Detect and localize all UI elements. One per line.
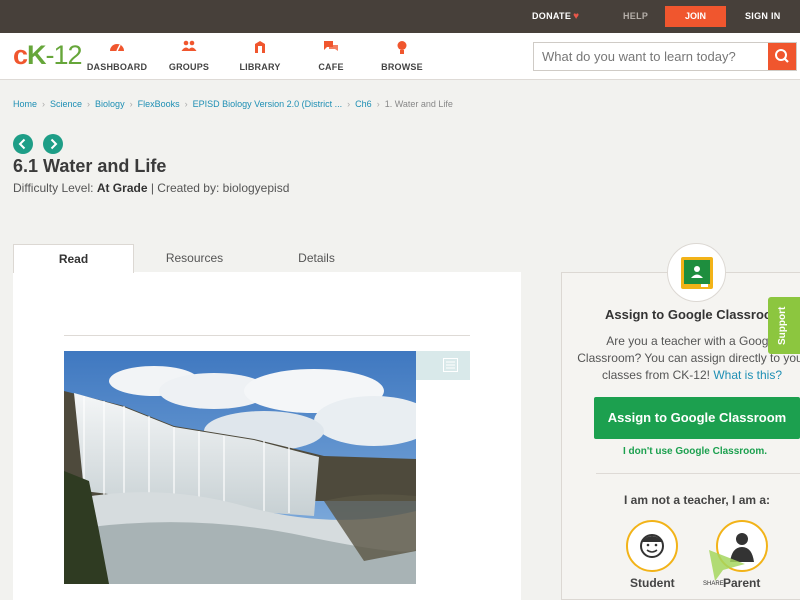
tab-details[interactable]: Details	[256, 244, 377, 273]
share-label: SHARE	[703, 581, 724, 587]
not-teacher-label: I am not a teacher, I am a:	[624, 493, 771, 507]
logo-k: K	[27, 40, 46, 70]
previous-button[interactable]	[13, 134, 33, 154]
breadcrumb-separator: ›	[347, 99, 351, 109]
nav-label: BROWSE	[381, 62, 423, 72]
breadcrumb-home[interactable]: Home	[13, 99, 37, 109]
content-tabs: Read Resources Details	[13, 244, 521, 273]
student-icon	[640, 534, 664, 558]
google-classroom-icon	[681, 257, 713, 289]
breadcrumb-flexbooks[interactable]: FlexBooks	[138, 99, 180, 109]
nav-groups[interactable]: GROUPS	[154, 40, 224, 72]
nav-label: GROUPS	[168, 62, 210, 72]
donate-label: DONATE	[532, 11, 572, 21]
sign-in-link[interactable]: SIGN IN	[745, 11, 781, 21]
breadcrumb-separator: ›	[129, 99, 133, 109]
list-icon[interactable]	[443, 358, 458, 372]
breadcrumb-current: 1. Water and Life	[384, 99, 453, 109]
google-classroom-logo	[667, 243, 726, 302]
assign-google-classroom-button[interactable]: Assign to Google Classroom	[594, 397, 800, 439]
search-icon	[775, 49, 789, 63]
share-icon[interactable]	[707, 548, 747, 581]
dashboard-icon	[82, 40, 152, 56]
dont-use-classroom-link[interactable]: I don't use Google Classroom.	[623, 446, 767, 457]
content-divider	[64, 335, 470, 336]
nav-cafe[interactable]: CAFE	[296, 40, 366, 72]
waterfall-image	[64, 351, 416, 584]
breadcrumb-science[interactable]: Science	[50, 99, 82, 109]
search-button[interactable]	[768, 43, 796, 70]
nav-label: LIBRARY	[239, 62, 281, 72]
search-input[interactable]	[534, 43, 768, 70]
donate-link[interactable]: DONATE ♥	[532, 11, 579, 22]
nav-library[interactable]: LIBRARY	[225, 40, 295, 72]
cafe-icon	[296, 40, 366, 56]
chevron-left-icon	[18, 138, 26, 150]
assign-description: Are you a teacher with a Google Classroo…	[574, 333, 800, 384]
nav-dashboard[interactable]: DASHBOARD	[82, 40, 152, 72]
groups-icon	[154, 40, 224, 56]
ck12-logo[interactable]: cK-12	[13, 40, 83, 70]
nav-browse[interactable]: BROWSE	[367, 40, 437, 72]
main-nav: cK-12 DASHBOARD GROUPS LIBRARY CAFE BROW…	[0, 33, 800, 80]
top-bar: DONATE ♥ HELP JOIN SIGN IN	[0, 0, 800, 33]
breadcrumb-separator: ›	[42, 99, 46, 109]
tab-resources[interactable]: Resources	[134, 244, 255, 273]
heart-icon: ♥	[573, 11, 580, 22]
tab-read[interactable]: Read	[13, 244, 134, 273]
browse-icon	[367, 40, 437, 56]
help-link[interactable]: HELP	[623, 11, 648, 21]
breadcrumb-book[interactable]: EPISD Biology Version 2.0 (District ...	[193, 99, 343, 109]
page-meta: Difficulty Level: At Grade | Created by:…	[13, 181, 289, 195]
panel-divider	[596, 473, 800, 474]
created-by: | Created by: biologyepisd	[147, 181, 290, 195]
support-tab[interactable]: Support	[768, 297, 800, 354]
join-button[interactable]: JOIN	[665, 6, 726, 27]
student-label: Student	[630, 576, 675, 590]
logo-c: c	[13, 40, 28, 70]
what-is-this-link[interactable]: What is this?	[713, 368, 782, 382]
search-box	[533, 42, 797, 71]
nav-label: CAFE	[318, 62, 344, 72]
nav-label: DASHBOARD	[86, 62, 148, 72]
library-icon	[225, 40, 295, 56]
assign-title: Assign to Google Classroom	[605, 307, 784, 322]
breadcrumb-separator: ›	[376, 99, 380, 109]
chevron-right-icon	[50, 138, 58, 150]
breadcrumb-separator: ›	[184, 99, 188, 109]
breadcrumb-biology[interactable]: Biology	[95, 99, 125, 109]
page-title: 6.1 Water and Life	[13, 156, 167, 176]
breadcrumb-separator: ›	[87, 99, 91, 109]
breadcrumb-chapter[interactable]: Ch6	[355, 99, 372, 109]
support-label: Support	[777, 306, 788, 345]
student-option[interactable]	[626, 520, 678, 572]
next-button[interactable]	[43, 134, 63, 154]
difficulty-value: At Grade	[96, 181, 148, 195]
difficulty-label: Difficulty Level:	[13, 181, 97, 195]
breadcrumb: Home › Science › Biology › FlexBooks › EPISD Bio…	[13, 99, 453, 109]
logo-12: -12	[45, 40, 83, 70]
